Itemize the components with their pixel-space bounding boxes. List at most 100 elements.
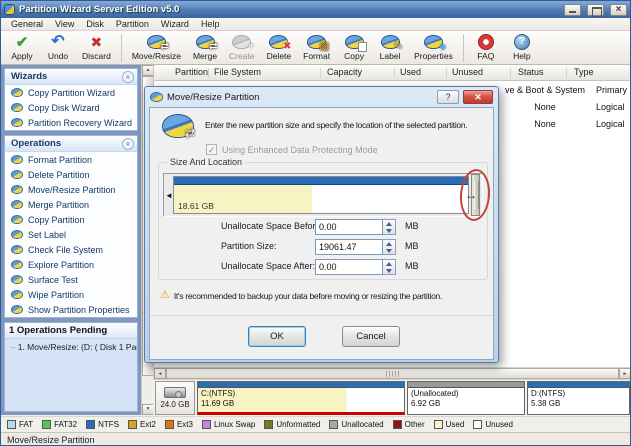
sidebar-item-copy-partition[interactable]: Copy Partition (5, 212, 137, 227)
toolbar-button-undo[interactable]: Undo (40, 32, 76, 64)
sidebar-item-delete-partition[interactable]: Delete Partition (5, 167, 137, 182)
partition-size-slider[interactable]: ◄ 18.61 GB ↔ (163, 173, 483, 217)
diskmap-partition-2[interactable]: D:(NTFS)5.38 GB (527, 381, 630, 415)
spinner-up-icon[interactable] (383, 220, 395, 227)
sidebar-panel-operations: Operations»Format PartitionDelete Partit… (4, 135, 138, 318)
dialog-titlebar[interactable]: Move/Resize Partition ? ✕ (149, 87, 494, 107)
sidebar: Wizards»Copy Partition WizardCopy Disk W… (1, 65, 141, 415)
table-header-type[interactable]: Type (574, 67, 594, 77)
menu-general[interactable]: General (5, 18, 49, 30)
partition-body: D:(NTFS)5.38 GB (528, 388, 629, 414)
legend-label: FAT (19, 420, 33, 429)
scroll-left-icon[interactable]: ◄ (154, 368, 166, 379)
field-input-partition-size[interactable]: 19061.47 (315, 239, 383, 255)
sidebar-item-label: Wipe Partition (28, 290, 84, 300)
toolbar-separator (463, 34, 464, 62)
sidebar-item-copy-partition-wizard[interactable]: Copy Partition Wizard (5, 85, 137, 100)
sidebar-item-check-file-system[interactable]: Check File System (5, 242, 137, 257)
toolbar-button-delete[interactable]: Delete (261, 32, 298, 64)
toolbar-button-discard[interactable]: Discard (76, 32, 117, 64)
dialog-body: Enter the new partition size and specify… (149, 107, 494, 360)
slider-right-handle[interactable] (471, 174, 480, 216)
sidebar-item-surface-test[interactable]: Surface Test (5, 272, 137, 287)
table-header-used[interactable]: Used (400, 67, 421, 77)
menu-help[interactable]: Help (195, 18, 226, 30)
legend-swatch (128, 420, 137, 429)
scrollbar-thumb[interactable] (166, 368, 619, 379)
field-row-unallocate-space-before: Unallocate Space Before:0.00MB (159, 219, 487, 236)
close-icon[interactable] (610, 4, 627, 16)
table-header-partition[interactable]: Partition (175, 67, 208, 77)
legend-swatch (7, 420, 16, 429)
legend-swatch (434, 420, 443, 429)
checkbox-icon[interactable]: ✓ (206, 144, 217, 155)
table-header-file-system[interactable]: File System (214, 67, 261, 77)
spinner-up-icon[interactable] (383, 240, 395, 247)
toolbar-button-apply[interactable]: Apply (4, 32, 40, 64)
spinner-unallocate-space-before[interactable] (383, 219, 396, 235)
toolbar-button-help[interactable]: Help (504, 32, 540, 64)
toolbar-button-copy[interactable]: Copy (336, 32, 372, 64)
cancel-button[interactable]: Cancel (342, 326, 400, 347)
toolbar-button-properties[interactable]: Properties (408, 32, 459, 64)
toolbar-button-format[interactable]: Format (297, 32, 336, 64)
sidebar-item-merge-partition[interactable]: Merge Partition (5, 197, 137, 212)
column-divider (394, 68, 395, 78)
ok-button[interactable]: OK (248, 326, 306, 347)
menu-partition[interactable]: Partition (110, 18, 155, 30)
toolbar-button-label: Apply (11, 51, 32, 61)
sidebar-item-wipe-partition[interactable]: Wipe Partition (5, 287, 137, 302)
table-cell-status: ve & Boot & System (500, 85, 590, 95)
sidebar-item-label: Format Partition (28, 155, 92, 165)
app-titlebar[interactable]: Partition Wizard Server Edition v5.0 (1, 1, 630, 18)
sidebar-item-explore-partition[interactable]: Explore Partition (5, 257, 137, 272)
collapse-chevron-icon[interactable]: » (122, 71, 134, 83)
toolbar-button-label[interactable]: Label (372, 32, 408, 64)
spinner-down-icon[interactable] (383, 247, 395, 254)
table-header-capacity[interactable]: Capacity (327, 67, 362, 77)
minimize-icon[interactable] (564, 4, 581, 16)
sidebar-item-show-partition-properties[interactable]: Show Partition Properties (5, 302, 137, 317)
table-header-status[interactable]: Status (518, 67, 544, 77)
sidebar-item-set-label[interactable]: Set Label (5, 227, 137, 242)
table-cell-type: Logical (596, 102, 625, 112)
table-header-unused[interactable]: Unused (452, 67, 483, 77)
toolbar-button-move-resize[interactable]: Move/Resize (126, 32, 187, 64)
disk-icon-box[interactable]: 24.0 GB (155, 381, 195, 415)
toolbar-button-merge[interactable]: Merge (187, 32, 223, 64)
sidebar-item-move-resize-partition[interactable]: Move/Resize Partition (5, 182, 137, 197)
menu-view[interactable]: View (49, 18, 80, 30)
spinner-unallocate-space-after[interactable] (383, 259, 396, 275)
sidebar-item-label: Delete Partition (28, 170, 90, 180)
spinner-up-icon[interactable] (383, 260, 395, 267)
diskmap-scrollbar[interactable]: ◄ ► (153, 367, 631, 380)
menu-wizard[interactable]: Wizard (155, 18, 195, 30)
field-input-unallocate-space-before[interactable]: 0.00 (315, 219, 383, 235)
toolbar-button-label: Discard (82, 51, 111, 61)
diskmap-partition-0[interactable]: C:(NTFS)11.69 GB (197, 381, 405, 415)
sidebar-item-partition-recovery-wizard[interactable]: Partition Recovery Wizard (5, 115, 137, 130)
sidebar-item-copy-disk-wizard[interactable]: Copy Disk Wizard (5, 100, 137, 115)
spinner-down-icon[interactable] (383, 227, 395, 234)
dialog-close-icon[interactable]: ✕ (463, 90, 493, 104)
collapse-chevron-icon[interactable]: » (122, 138, 134, 150)
slider-left-handle-icon[interactable]: ◄ (165, 174, 173, 216)
maximize-icon[interactable] (587, 4, 604, 16)
sidebar-item-label: Surface Test (28, 275, 78, 285)
field-input-unallocate-space-after[interactable]: 0.00 (315, 259, 383, 275)
toolbar-button-label: Help (513, 51, 530, 61)
pending-operation-item[interactable]: 1. Move/Resize: (D: ( Disk 1 Partit. (5, 339, 137, 352)
apply-check-icon (10, 34, 34, 50)
spinner-down-icon[interactable] (383, 267, 395, 274)
sidebar-item-format-partition[interactable]: Format Partition (5, 152, 137, 167)
spinner-partition-size[interactable] (383, 239, 396, 255)
toolbar-button-label: Format (303, 51, 330, 61)
scroll-right-icon[interactable]: ► (619, 368, 631, 379)
toolbar-button-faq[interactable]: FAQ (468, 32, 504, 64)
dialog-help-icon[interactable]: ? (437, 90, 459, 104)
enhanced-mode-checkbox[interactable]: ✓ Using Enhanced Data Protecting Mode (206, 144, 378, 155)
diskmap-partition-1[interactable]: (Unallocated)6.92 GB (407, 381, 525, 415)
sidebar-item-label: Show Partition Properties (28, 305, 130, 315)
menu-disk[interactable]: Disk (80, 18, 110, 30)
partition-size: 11.69 GB (201, 399, 401, 409)
